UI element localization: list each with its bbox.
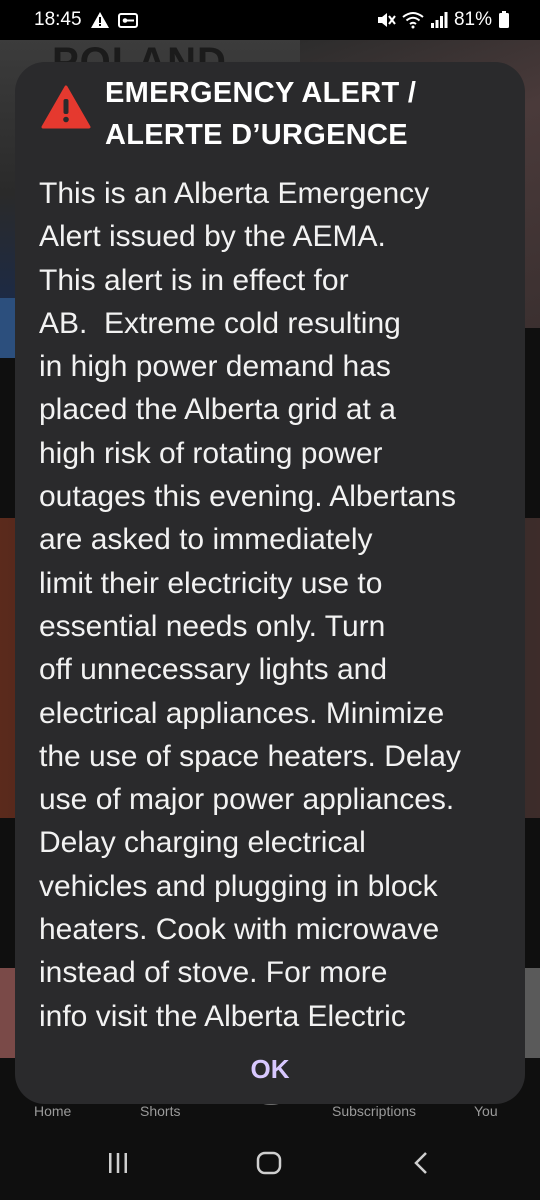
system-nav-bar	[0, 1130, 540, 1200]
battery-icon	[498, 11, 510, 29]
alert-message-line: vehicles and plugging in block	[39, 869, 438, 903]
wifi-icon	[402, 11, 424, 29]
alert-message-line: are asked to immediately	[39, 523, 373, 557]
alert-message-line: in high power demand has	[39, 350, 391, 384]
back-icon[interactable]	[410, 1150, 434, 1181]
home-icon[interactable]	[255, 1150, 283, 1181]
nav-shorts[interactable]: Shorts	[140, 1103, 180, 1119]
alert-message-line: Delay charging electrical	[39, 826, 366, 860]
alert-message-line: high risk of rotating power	[39, 436, 383, 470]
status-right: 81%	[376, 9, 510, 31]
status-time: 18:45	[34, 9, 82, 30]
alert-title-line: ALERTE D’URGENCE	[105, 119, 408, 151]
alert-title-line: EMERGENCY ALERT /	[105, 77, 417, 109]
status-left: 18:45	[34, 9, 138, 31]
nav-home[interactable]: Home	[34, 1103, 71, 1119]
alert-message-line: instead of stove. For more	[39, 956, 388, 990]
alert-message: This is an Alberta Emergency Alert issue…	[39, 172, 509, 1032]
recents-icon[interactable]	[105, 1150, 131, 1181]
mute-icon	[376, 11, 396, 29]
phone-screen: 18:45 81% POLAND	[0, 0, 540, 1200]
alert-message-line: electrical appliances. Minimize	[39, 696, 445, 730]
warning-icon	[90, 11, 110, 29]
alert-message-line: limit their electricity use to	[39, 566, 383, 600]
alert-message-line: off unnecessary lights and	[39, 653, 388, 687]
signal-icon	[430, 11, 448, 29]
alert-message-line: the use of space heaters. Delay	[39, 739, 461, 773]
warning-triangle-icon	[41, 84, 91, 135]
alert-message-line: placed the Alberta grid at a	[39, 393, 396, 427]
ok-button[interactable]: OK	[220, 1044, 320, 1094]
nav-you[interactable]: You	[474, 1103, 498, 1119]
key-icon	[117, 11, 138, 29]
alert-message-line: This alert is in effect for	[39, 263, 349, 297]
battery-percent: 81%	[453, 9, 492, 30]
alert-message-line: This is an Alberta Emergency	[39, 177, 430, 210]
alert-message-line: use of major power appliances.	[39, 783, 455, 817]
alert-title: EMERGENCY ALERT / ALERTE D’URGENCE	[105, 72, 505, 156]
alert-message-line: Alert issued by the AEMA.	[39, 220, 386, 254]
emergency-alert-dialog: EMERGENCY ALERT / ALERTE D’URGENCE This …	[15, 62, 525, 1104]
status-bar: 18:45 81%	[0, 0, 540, 40]
alert-message-line: heaters. Cook with microwave	[39, 913, 440, 947]
nav-subscriptions[interactable]: Subscriptions	[332, 1103, 416, 1119]
alert-message-line: outages this evening. Albertans	[39, 480, 456, 514]
alert-message-line: AB. Extreme cold resulting	[39, 306, 401, 340]
alert-message-line: info visit the Alberta Electric	[39, 999, 406, 1032]
alert-message-line: essential needs only. Turn	[39, 609, 386, 643]
